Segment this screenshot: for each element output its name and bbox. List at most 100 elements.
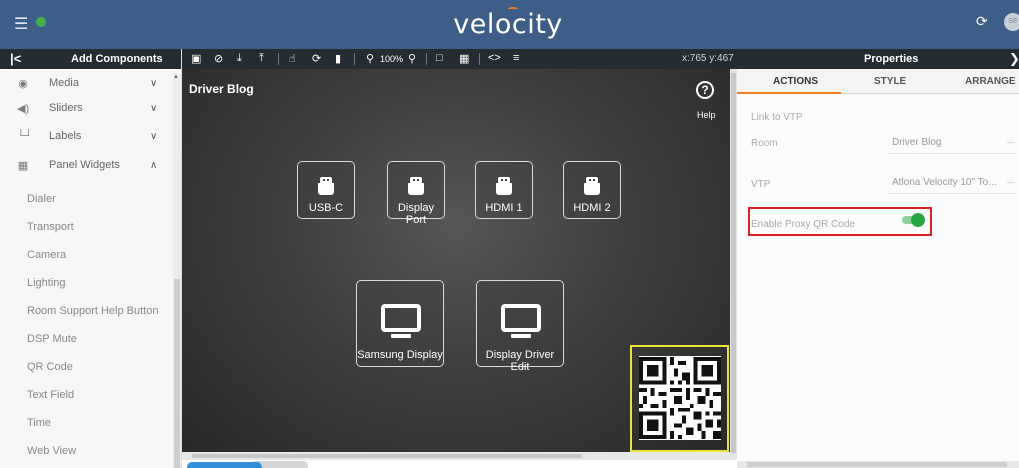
pointer-icon[interactable]: ☝ (289, 52, 296, 65)
qr-code-image (639, 356, 721, 440)
grid-icon[interactable]: ▦ (459, 52, 469, 65)
button-label: USB-C (308, 202, 344, 214)
toggle-knob[interactable] (911, 213, 925, 227)
chevron-down-icon[interactable]: ∨ (150, 131, 157, 142)
button-label: Samsung Display (357, 349, 443, 361)
rotate-icon[interactable]: ⊘ (214, 52, 223, 65)
design-canvas[interactable]: Driver Blog ? Help USB-C Display Port HD… (182, 69, 730, 460)
widget-transport[interactable]: Transport (27, 221, 74, 233)
left-scrollbar-thumb[interactable] (174, 279, 180, 468)
toolbar-divider (278, 53, 279, 65)
widget-camera[interactable]: Camera (27, 249, 66, 261)
widget-web-view[interactable]: Web View (27, 445, 76, 457)
display-port-button[interactable]: Display Port (387, 161, 445, 226)
widget-time[interactable]: Time (27, 417, 51, 429)
add-components-title: Add Components (71, 53, 163, 65)
scroll-up-arrow-icon[interactable]: ▲ (173, 74, 179, 80)
page-title: Driver Blog (189, 82, 254, 96)
vtp-underline (889, 193, 1015, 194)
room-select[interactable]: Driver Blog (892, 137, 941, 148)
button-label: HDMI 1 (485, 202, 523, 214)
qr-code-widget[interactable] (630, 345, 729, 452)
chevron-down-icon[interactable]: ∨ (150, 78, 157, 89)
properties-horizontal-scrollbar[interactable] (737, 461, 1019, 468)
widget-lighting[interactable]: Lighting (27, 277, 66, 289)
grid-widgets-icon: ▦ (17, 159, 29, 172)
link-to-vtp-label: Link to VTP (751, 112, 803, 123)
chevron-up-icon[interactable]: ∧ (150, 160, 157, 171)
monitor-icon (381, 304, 421, 332)
category-media[interactable]: ◉ Media ∨ (0, 69, 172, 97)
cursor-coordinates: x:765 y:467 (682, 53, 734, 64)
plug-icon[interactable]: ▮ (335, 52, 341, 65)
sliders-settings-icon[interactable]: ≡ (513, 52, 519, 64)
toolbar-divider (479, 53, 480, 65)
tab-actions[interactable]: ACTIONS (773, 76, 818, 87)
monitor-stand (391, 334, 411, 338)
widget-text-field[interactable]: Text Field (27, 389, 74, 401)
button-label: Display Port (397, 202, 435, 226)
category-sliders[interactable]: ◀) Sliders ∨ (0, 94, 172, 122)
category-label: Media (49, 77, 79, 89)
left-scrollbar[interactable]: ▲ (173, 74, 181, 468)
help-label: Help (697, 110, 716, 120)
lock-icon[interactable]: □ (436, 52, 443, 64)
category-labels[interactable]: └┘ Labels ∨ (0, 122, 172, 150)
category-label: Panel Widgets (49, 159, 120, 171)
close-icon[interactable]: ❯ (1009, 51, 1019, 67)
plug-icon (408, 177, 424, 199)
proxy-qr-toggle[interactable] (902, 213, 925, 227)
toolbar-divider (354, 53, 355, 65)
properties-scrollbar-thumb[interactable] (747, 462, 1007, 467)
canvas-vertical-scrollbar-thumb[interactable] (731, 73, 736, 453)
canvas-horizontal-scrollbar-thumb[interactable] (192, 454, 582, 458)
button-label: Display Driver Edit (485, 349, 555, 373)
app-logo: velocity (453, 9, 563, 40)
status-dot (36, 17, 46, 27)
usb-c-button[interactable]: USB-C (297, 161, 355, 219)
toolbar-divider (426, 53, 427, 65)
zoom-in-icon[interactable]: ⚲ (408, 52, 416, 65)
samsung-display-button[interactable]: Samsung Display (356, 280, 444, 367)
download-icon[interactable]: ⤓ (237, 52, 242, 65)
monitor-icon (501, 304, 541, 332)
canvas-vertical-scrollbar[interactable] (730, 69, 737, 460)
zoom-level: 100% (380, 54, 404, 64)
tab-style[interactable]: STYLE (874, 76, 906, 87)
widget-qr-code[interactable]: QR Code (27, 361, 73, 373)
hamburger-icon[interactable]: ☰ (14, 14, 28, 34)
volume-icon: ◀) (17, 102, 30, 115)
canvas-horizontal-scrollbar[interactable] (182, 452, 730, 460)
vtp-dropdown-icon[interactable]: — (1007, 178, 1015, 187)
room-dropdown-icon[interactable]: — (1007, 138, 1015, 147)
widget-room-support-help-button[interactable]: Room Support Help Button (27, 305, 158, 317)
collapse-panel-icon[interactable]: |< (10, 51, 21, 66)
vtp-select[interactable]: Atlona Velocity 10" To... (892, 177, 997, 188)
widget-dialer[interactable]: Dialer (27, 193, 56, 205)
upload-icon[interactable]: ⤒ (259, 52, 264, 65)
help-icon[interactable]: ? (696, 81, 714, 99)
preview-icon[interactable]: ▣ (191, 52, 201, 65)
button-label: HDMI 2 (573, 202, 611, 214)
properties-tabs: ACTIONS STYLE ARRANGE (737, 69, 1019, 94)
logo-accent (508, 7, 518, 11)
app-header: ☰ velocity ⟳ SE (0, 0, 1019, 49)
avatar[interactable]: SE (1004, 13, 1019, 31)
hdmi-2-button[interactable]: HDMI 2 (563, 161, 621, 219)
properties-header: Properties ❯ (737, 49, 1019, 69)
editor-toolbar: ▣ ⊘ ⤓ ⤒ ☝ ⟳ ▮ ⚲ 100% ⚲ □ ▦ <> ≡ x:765 y:… (182, 49, 737, 69)
tab-arrange[interactable]: ARRANGE (965, 76, 1016, 87)
refresh-icon[interactable]: ⟳ (976, 13, 988, 30)
redo-icon[interactable]: ⟳ (312, 52, 321, 65)
zoom-out-icon[interactable]: ⚲ (366, 52, 374, 65)
display-driver-edit-button[interactable]: Display Driver Edit (476, 280, 564, 373)
add-components-header: |< Add Components (0, 49, 181, 69)
actions-properties: Link to VTP Room Driver Blog — VTP Atlon… (737, 95, 1019, 468)
hdmi-1-button[interactable]: HDMI 1 (475, 161, 533, 219)
chevron-down-icon[interactable]: ∨ (150, 103, 157, 114)
category-panel-widgets[interactable]: ▦ Panel Widgets ∧ (0, 151, 172, 179)
widget-dsp-mute[interactable]: DSP Mute (27, 333, 77, 345)
page-tab-active[interactable] (187, 462, 262, 468)
vtp-label: VTP (751, 179, 771, 190)
code-icon[interactable]: <> (488, 52, 501, 64)
